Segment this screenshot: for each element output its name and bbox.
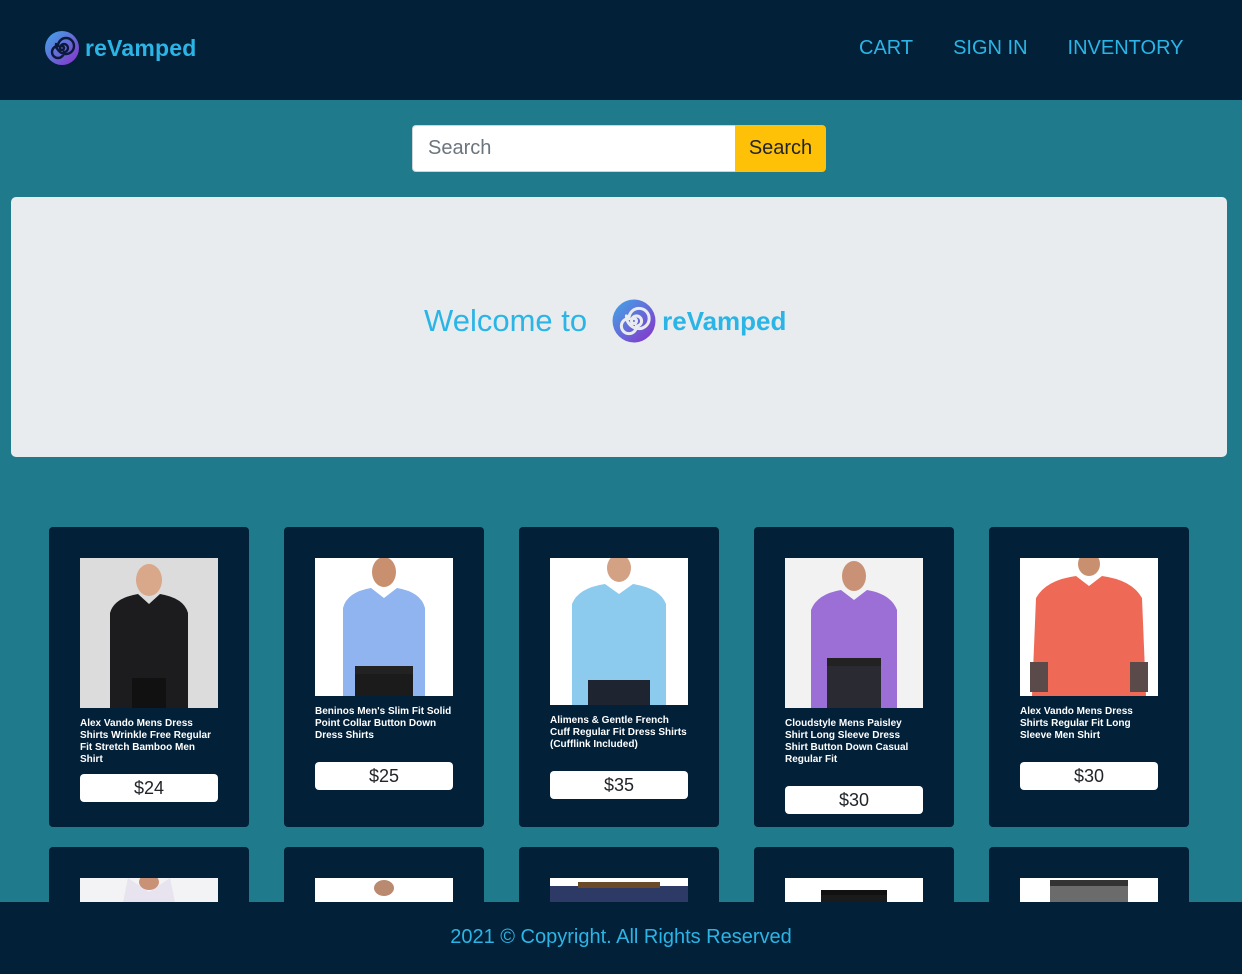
shirt-photo-icon (80, 558, 218, 708)
product-image[interactable] (550, 558, 688, 705)
product-price: $24 (80, 774, 218, 802)
product-image[interactable] (80, 558, 218, 708)
nav-sign-in[interactable]: SIGN IN (953, 37, 1027, 60)
top-navbar: reVamped CART SIGN IN INVENTORY (0, 0, 1242, 100)
product-card[interactable]: Alex Vando Mens Dress Shirts Wrinkle Fre… (49, 527, 249, 827)
welcome-text: Welcome to (424, 303, 588, 338)
product-card[interactable]: Beninos Men's Slim Fit Solid Point Colla… (284, 527, 484, 827)
product-card[interactable] (519, 847, 719, 907)
product-card[interactable]: Cloudstyle Mens Paisley Shirt Long Sleev… (754, 527, 954, 827)
product-image[interactable] (1020, 558, 1158, 696)
product-price: $25 (315, 762, 453, 790)
shirt-photo-icon (315, 558, 453, 696)
spiral-logo-icon (45, 31, 79, 65)
footer: 2021 © Copyright. All Rights Reserved (0, 902, 1242, 974)
main-nav: CART SIGN IN INVENTORY (859, 37, 1224, 60)
shirt-photo-icon (785, 558, 923, 708)
product-price: $35 (550, 771, 688, 799)
search-button[interactable]: Search (735, 125, 826, 172)
product-card[interactable] (49, 847, 249, 907)
brand-logo[interactable]: reVamped (44, 29, 197, 67)
nav-cart[interactable]: CART (859, 37, 913, 60)
spiral-logo-icon (612, 299, 656, 343)
shirt-photo-icon (550, 558, 688, 705)
product-card[interactable] (989, 847, 1189, 907)
product-card[interactable] (754, 847, 954, 907)
welcome-content: Welcome to reVamped (424, 297, 786, 345)
product-image[interactable] (315, 558, 453, 696)
product-card[interactable]: Alimens & Gentle French Cuff Regular Fit… (519, 527, 719, 827)
product-name: Alex Vando Mens Dress Shirts Wrinkle Fre… (80, 718, 211, 765)
product-price: $30 (1020, 762, 1158, 790)
hero-brand-name: reVamped (662, 305, 787, 336)
product-card[interactable] (284, 847, 484, 907)
brand-name: reVamped (85, 34, 197, 61)
product-grid: Alex Vando Mens Dress Shirts Wrinkle Fre… (49, 527, 1189, 907)
search-input[interactable] (412, 125, 735, 172)
welcome-banner: Welcome to reVamped (11, 197, 1227, 457)
nav-inventory[interactable]: INVENTORY (1068, 37, 1184, 60)
product-name: Alimens & Gentle French Cuff Regular Fit… (550, 715, 687, 750)
product-name: Alex Vando Mens Dress Shirts Regular Fit… (1020, 706, 1133, 741)
product-name: Cloudstyle Mens Paisley Shirt Long Sleev… (785, 718, 909, 765)
product-card[interactable]: Alex Vando Mens Dress Shirts Regular Fit… (989, 527, 1189, 827)
copyright-text: 2021 © Copyright. All Rights Reserved (450, 926, 792, 948)
product-name: Beninos Men's Slim Fit Solid Point Colla… (315, 706, 452, 741)
shirt-photo-icon (1020, 558, 1158, 696)
product-price: $30 (785, 786, 923, 814)
product-image[interactable] (785, 558, 923, 708)
search-bar: Search (412, 125, 826, 172)
